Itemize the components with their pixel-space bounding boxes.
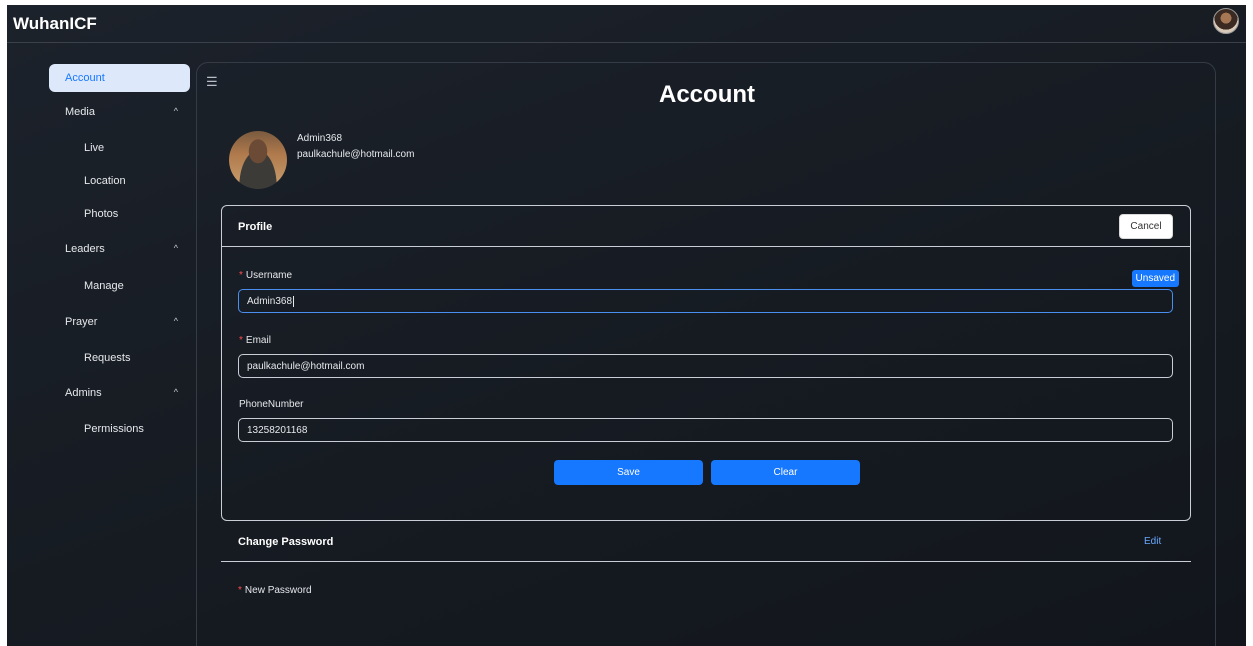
email-field[interactable]: paulkachule@hotmail.com: [238, 354, 1173, 378]
user-name: Admin368: [297, 133, 343, 144]
sidebar-item-label: Location: [84, 175, 126, 187]
sidebar-item-media[interactable]: Media ^: [49, 98, 190, 126]
sidebar-item-label: Admins: [65, 387, 102, 399]
sidebar-item-admins[interactable]: Admins ^: [49, 379, 190, 407]
chevron-up-icon: ^: [173, 387, 178, 397]
page-title: Account: [659, 81, 755, 108]
chevron-up-icon: ^: [173, 316, 178, 326]
text-caret: [293, 295, 295, 307]
profile-card: Profile Cancel * Username Unsaved Admin36…: [221, 205, 1191, 521]
sidebar: Account Media ^ Live Location Photos Lea…: [7, 43, 197, 646]
username-label: * Username: [239, 270, 293, 281]
sidebar-item-requests[interactable]: Requests: [49, 344, 190, 372]
sidebar-item-permissions[interactable]: Permissions: [49, 415, 190, 443]
phone-field[interactable]: 13258201168: [238, 418, 1173, 442]
profile-title: Profile: [238, 221, 273, 233]
sidebar-item-label: Media: [65, 106, 95, 118]
cancel-button[interactable]: Cancel: [1119, 214, 1173, 239]
header-avatar[interactable]: [1213, 8, 1239, 34]
change-password-title: Change Password: [238, 536, 334, 548]
phone-label: PhoneNumber: [239, 399, 304, 410]
sidebar-item-account[interactable]: Account: [49, 64, 190, 92]
sidebar-item-label: Photos: [84, 208, 119, 220]
sidebar-item-label: Prayer: [65, 316, 98, 328]
sidebar-item-label: Live: [84, 142, 105, 154]
sidebar-item-label: Leaders: [65, 243, 105, 255]
username-field[interactable]: Admin368: [238, 289, 1173, 313]
sidebar-item-photos[interactable]: Photos: [49, 200, 190, 228]
sidebar-item-label: Manage: [84, 280, 124, 292]
chevron-up-icon: ^: [173, 243, 178, 253]
sidebar-item-prayer[interactable]: Prayer ^: [49, 308, 190, 336]
sidebar-item-label: Account: [65, 72, 105, 84]
top-bar: WuhanICF: [7, 5, 1246, 43]
app-window: WuhanICF Account Media ^ Live Location P…: [7, 5, 1246, 646]
sidebar-item-label: Requests: [84, 352, 131, 364]
new-password-label: * New Password: [238, 585, 312, 596]
user-avatar: [229, 131, 287, 189]
save-button[interactable]: Save: [554, 460, 703, 485]
status-badge: Unsaved: [1131, 270, 1179, 287]
sidebar-item-leaders[interactable]: Leaders ^: [49, 235, 190, 263]
sidebar-item-label: Permissions: [84, 423, 144, 435]
email-label: * Email: [239, 335, 271, 346]
sidebar-item-manage[interactable]: Manage: [49, 272, 190, 300]
edit-link[interactable]: Edit: [1144, 536, 1161, 547]
divider: [221, 561, 1191, 562]
sidebar-item-location[interactable]: Location: [49, 167, 190, 195]
profile-card-header: Profile Cancel: [222, 206, 1190, 247]
chevron-up-icon: ^: [173, 106, 178, 116]
user-email: paulkachule@hotmail.com: [297, 149, 415, 160]
sidebar-item-live[interactable]: Live: [49, 134, 190, 162]
required-mark: *: [238, 585, 242, 596]
required-mark: *: [239, 335, 243, 346]
required-mark: *: [239, 270, 243, 281]
clear-button[interactable]: Clear: [711, 460, 860, 485]
brand-logo[interactable]: WuhanICF: [13, 14, 97, 34]
main-content: ☰ Account Admin368 paulkachule@hotmail.c…: [196, 62, 1216, 646]
